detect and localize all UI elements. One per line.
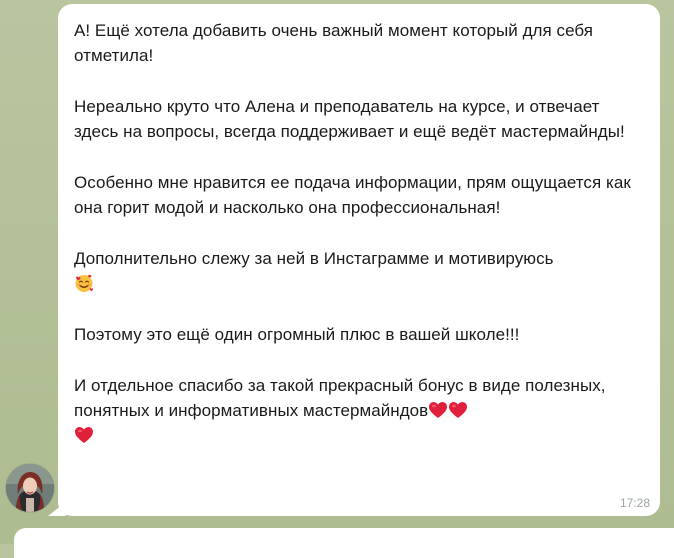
message-bubble[interactable]: А! Ещё хотела добавить очень важный моме… (58, 4, 660, 516)
message-paragraph-with-emoji: Дополнительно слежу за ней в Инстаграмме… (74, 246, 646, 296)
red-heart-icon (448, 401, 468, 419)
message-paragraph: Нереально круто что Алена и преподавател… (74, 97, 625, 141)
message-paragraph: Поэтому это ещё один огромный плюс в ваш… (74, 325, 520, 344)
red-heart-icon (74, 426, 94, 444)
message-input-area[interactable] (14, 528, 674, 558)
message-paragraph-text: Дополнительно слежу за ней в Инстаграмме… (74, 249, 554, 268)
message-paragraph-with-hearts: И отдельное спасибо за такой прекрасный … (74, 373, 646, 448)
red-heart-icon (428, 401, 448, 419)
message-timestamp: 17:28 (619, 496, 650, 510)
smiling-face-with-hearts-emoji-icon (74, 273, 94, 293)
message-paragraph: Особенно мне нравится ее подача информац… (74, 173, 631, 217)
sender-avatar[interactable] (6, 464, 54, 512)
message-paragraph-text: И отдельное спасибо за такой прекрасный … (74, 376, 606, 420)
message-paragraph: А! Ещё хотела добавить очень важный моме… (74, 21, 594, 65)
avatar-image (6, 464, 54, 512)
chat-area: А! Ещё хотела добавить очень важный моме… (0, 0, 674, 558)
